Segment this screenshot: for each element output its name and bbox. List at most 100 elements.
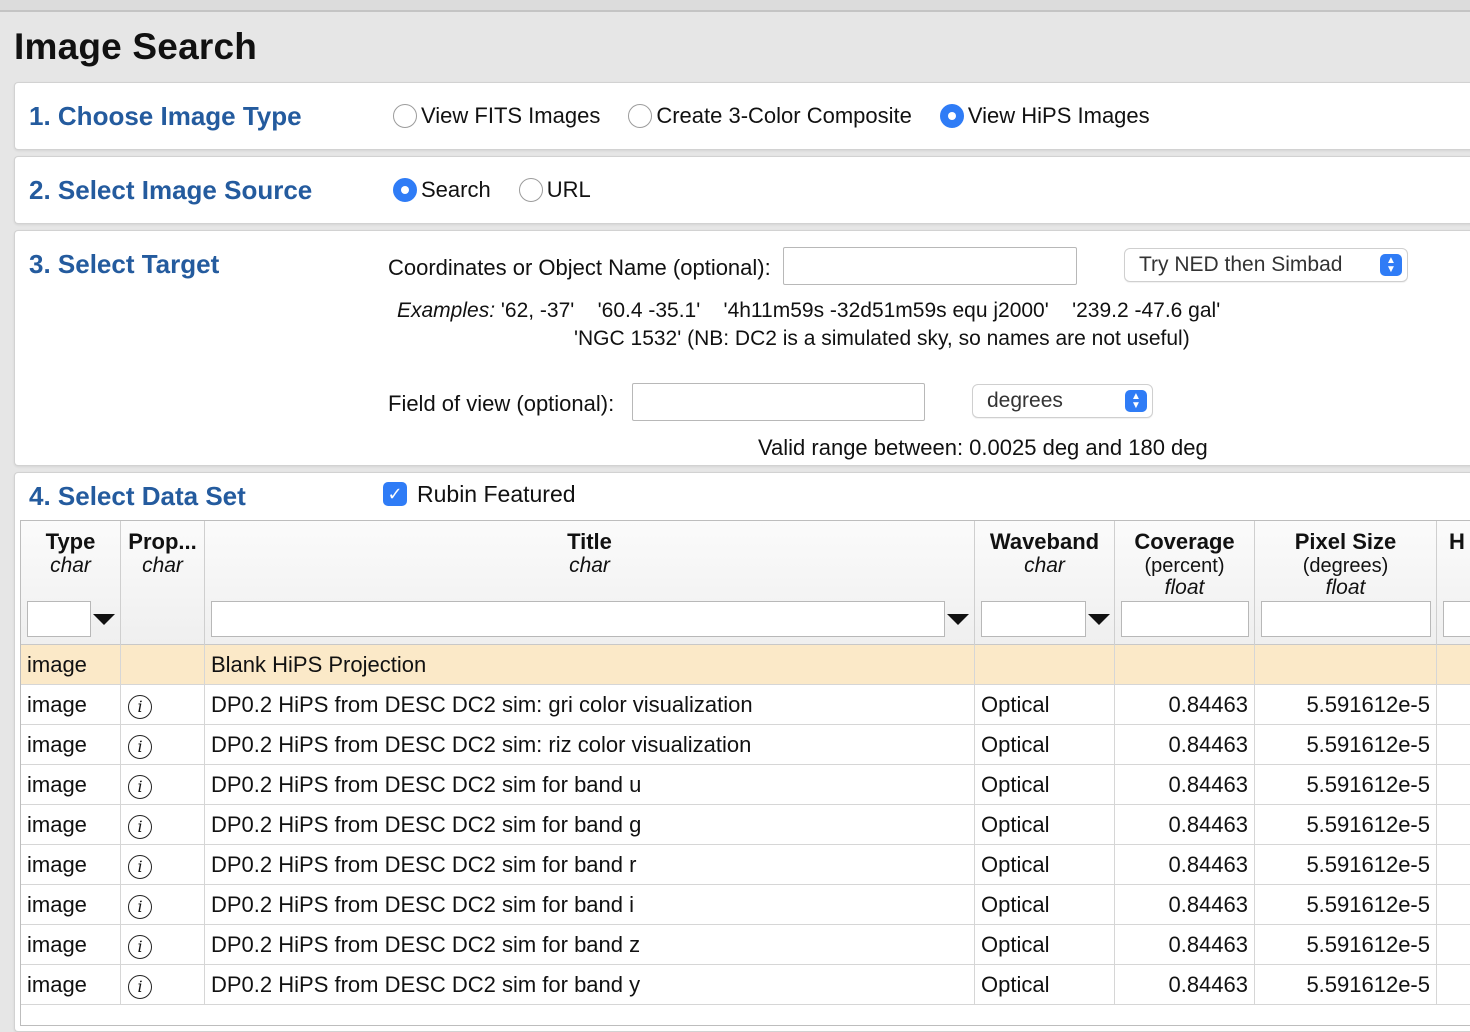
col-name: H — [1449, 529, 1465, 554]
coords-label: Coordinates or Object Name (optional): — [388, 255, 771, 280]
info-icon[interactable]: i — [128, 855, 152, 879]
col-name: Waveband — [989, 529, 1100, 554]
fov-input[interactable] — [632, 383, 925, 421]
cell-coverage: 0.84463 — [1115, 765, 1255, 805]
info-icon[interactable]: i — [128, 975, 152, 999]
cell-waveband: Optical — [975, 725, 1115, 765]
cell-title: DP0.2 HiPS from DESC DC2 sim for band g — [205, 805, 975, 845]
info-icon[interactable]: i — [128, 695, 152, 719]
window-top-edge — [0, 0, 1470, 12]
radio-3color-composite[interactable]: Create 3-Color Composite — [628, 103, 912, 129]
cell-title: DP0.2 HiPS from DESC DC2 sim for band i — [205, 885, 975, 925]
check-icon: ✓ — [387, 484, 403, 504]
info-icon[interactable]: i — [128, 895, 152, 919]
title-filter-input[interactable] — [211, 601, 945, 637]
col-name: Coverage — [1134, 529, 1235, 554]
col-name: Pixel Size — [1294, 529, 1397, 554]
radio-button[interactable] — [393, 104, 417, 128]
radio-button-selected[interactable] — [939, 104, 964, 128]
table-row[interactable]: image i DP0.2 HiPS from DESC DC2 sim: gri … — [21, 685, 1470, 725]
rubin-featured-checkbox[interactable]: ✓ — [383, 482, 407, 506]
table-row[interactable]: image i DP0.2 HiPS from DESC DC2 sim for b… — [21, 925, 1470, 965]
table-row[interactable]: image i DP0.2 HiPS from DESC DC2 sim for b… — [21, 765, 1470, 805]
type-filter-input[interactable] — [27, 601, 91, 637]
col-header-truncated[interactable]: H — [1437, 521, 1470, 645]
cell-coverage: 0.84463 — [1115, 965, 1255, 1005]
cell-pixel-size: 5.591612e-5 — [1255, 765, 1437, 805]
truncated-filter-input[interactable] — [1443, 601, 1470, 637]
cell-waveband: Optical — [975, 765, 1115, 805]
col-header-type[interactable]: Type char — [21, 521, 121, 645]
col-header-title[interactable]: Title char — [205, 521, 975, 645]
cell-properties — [121, 645, 205, 685]
radio-url[interactable]: URL — [518, 177, 591, 203]
col-name: Title — [567, 529, 612, 554]
hips-data-table: Type char Prop... char Title char Waveba… — [20, 520, 1470, 1026]
col-header-waveband[interactable]: Waveband char — [975, 521, 1115, 645]
table-row[interactable]: image i DP0.2 HiPS from DESC DC2 sim for b… — [21, 965, 1470, 1005]
cell-type: image — [21, 845, 121, 885]
cell-properties: i — [121, 885, 205, 925]
cell-pixel-size: 5.591612e-5 — [1255, 925, 1437, 965]
info-icon[interactable]: i — [128, 815, 152, 839]
cell-pixel-size: 5.591612e-5 — [1255, 725, 1437, 765]
col-header-pixel-size[interactable]: Pixel Size (degrees) float — [1255, 521, 1437, 645]
col-header-coverage[interactable]: Coverage (percent) float — [1115, 521, 1255, 645]
col-unit: (percent) — [1144, 555, 1225, 577]
col-unit: (degrees) — [1302, 555, 1389, 577]
cell-title: DP0.2 HiPS from DESC DC2 sim for band y — [205, 965, 975, 1005]
table-row[interactable]: image i DP0.2 HiPS from DESC DC2 sim for b… — [21, 885, 1470, 925]
cell-properties: i — [121, 685, 205, 725]
radio-button[interactable] — [628, 104, 653, 128]
cell-properties: i — [121, 965, 205, 1005]
pixel-size-filter-input[interactable] — [1261, 601, 1431, 637]
cell-type: image — [21, 685, 121, 725]
col-type: char — [142, 554, 183, 577]
cell-title: DP0.2 HiPS from DESC DC2 sim for band r — [205, 845, 975, 885]
page-title: Image Search — [14, 26, 258, 67]
col-header-properties[interactable]: Prop... char — [121, 521, 205, 645]
radio-label: Create 3-Color Composite — [656, 103, 912, 128]
cell-pixel-size: 5.591612e-5 — [1255, 845, 1437, 885]
cell-waveband — [975, 645, 1115, 685]
col-type: char — [1024, 554, 1065, 577]
radio-label: View FITS Images — [421, 103, 601, 128]
radio-search[interactable]: Search — [393, 177, 491, 203]
table-row[interactable]: image Blank HiPS Projection — [21, 645, 1470, 685]
cell-waveband: Optical — [975, 845, 1115, 885]
cell-type: image — [21, 885, 121, 925]
dropdown-arrow-icon[interactable] — [947, 614, 969, 625]
fov-unit-select[interactable]: degrees ▲ ▼ — [972, 384, 1153, 418]
col-type: char — [50, 554, 91, 577]
table-row[interactable]: image i DP0.2 HiPS from DESC DC2 sim for b… — [21, 805, 1470, 845]
radio-button-selected[interactable] — [393, 178, 417, 202]
cell-title: DP0.2 HiPS from DESC DC2 sim for band u — [205, 765, 975, 805]
cell-coverage: 0.84463 — [1115, 805, 1255, 845]
table-row[interactable]: image i DP0.2 HiPS from DESC DC2 sim for b… — [21, 845, 1470, 885]
coverage-filter-input[interactable] — [1121, 601, 1249, 637]
fov-unit-value: degrees — [987, 389, 1063, 412]
cell-pixel-size: 5.591612e-5 — [1255, 805, 1437, 845]
waveband-filter-input[interactable] — [981, 601, 1086, 637]
info-icon[interactable]: i — [128, 735, 152, 759]
chevron-updown-icon: ▲ ▼ — [1380, 254, 1402, 276]
info-icon[interactable]: i — [128, 935, 152, 959]
radio-label: View HiPS Images — [967, 103, 1150, 128]
select-image-source-panel: 2. Select Image Source Search URL — [14, 156, 1470, 224]
coords-input[interactable] — [783, 247, 1077, 285]
cell-type: image — [21, 725, 121, 765]
name-resolver-select[interactable]: Try NED then Simbad ▲ ▼ — [1124, 248, 1408, 282]
radio-view-fits[interactable]: View FITS Images — [393, 103, 600, 129]
section-title-target: 3. Select Target — [29, 249, 220, 279]
info-icon[interactable]: i — [128, 775, 152, 799]
cell-truncated — [1437, 685, 1470, 725]
dropdown-arrow-icon[interactable] — [93, 614, 115, 625]
dropdown-arrow-icon[interactable] — [1088, 614, 1110, 625]
cell-coverage: 0.84463 — [1115, 885, 1255, 925]
cell-type: image — [21, 965, 121, 1005]
radio-view-hips[interactable]: View HiPS Images — [939, 103, 1150, 129]
radio-button[interactable] — [518, 178, 543, 202]
col-type: float — [1325, 576, 1366, 599]
cell-waveband: Optical — [975, 885, 1115, 925]
table-row[interactable]: image i DP0.2 HiPS from DESC DC2 sim: riz … — [21, 725, 1470, 765]
